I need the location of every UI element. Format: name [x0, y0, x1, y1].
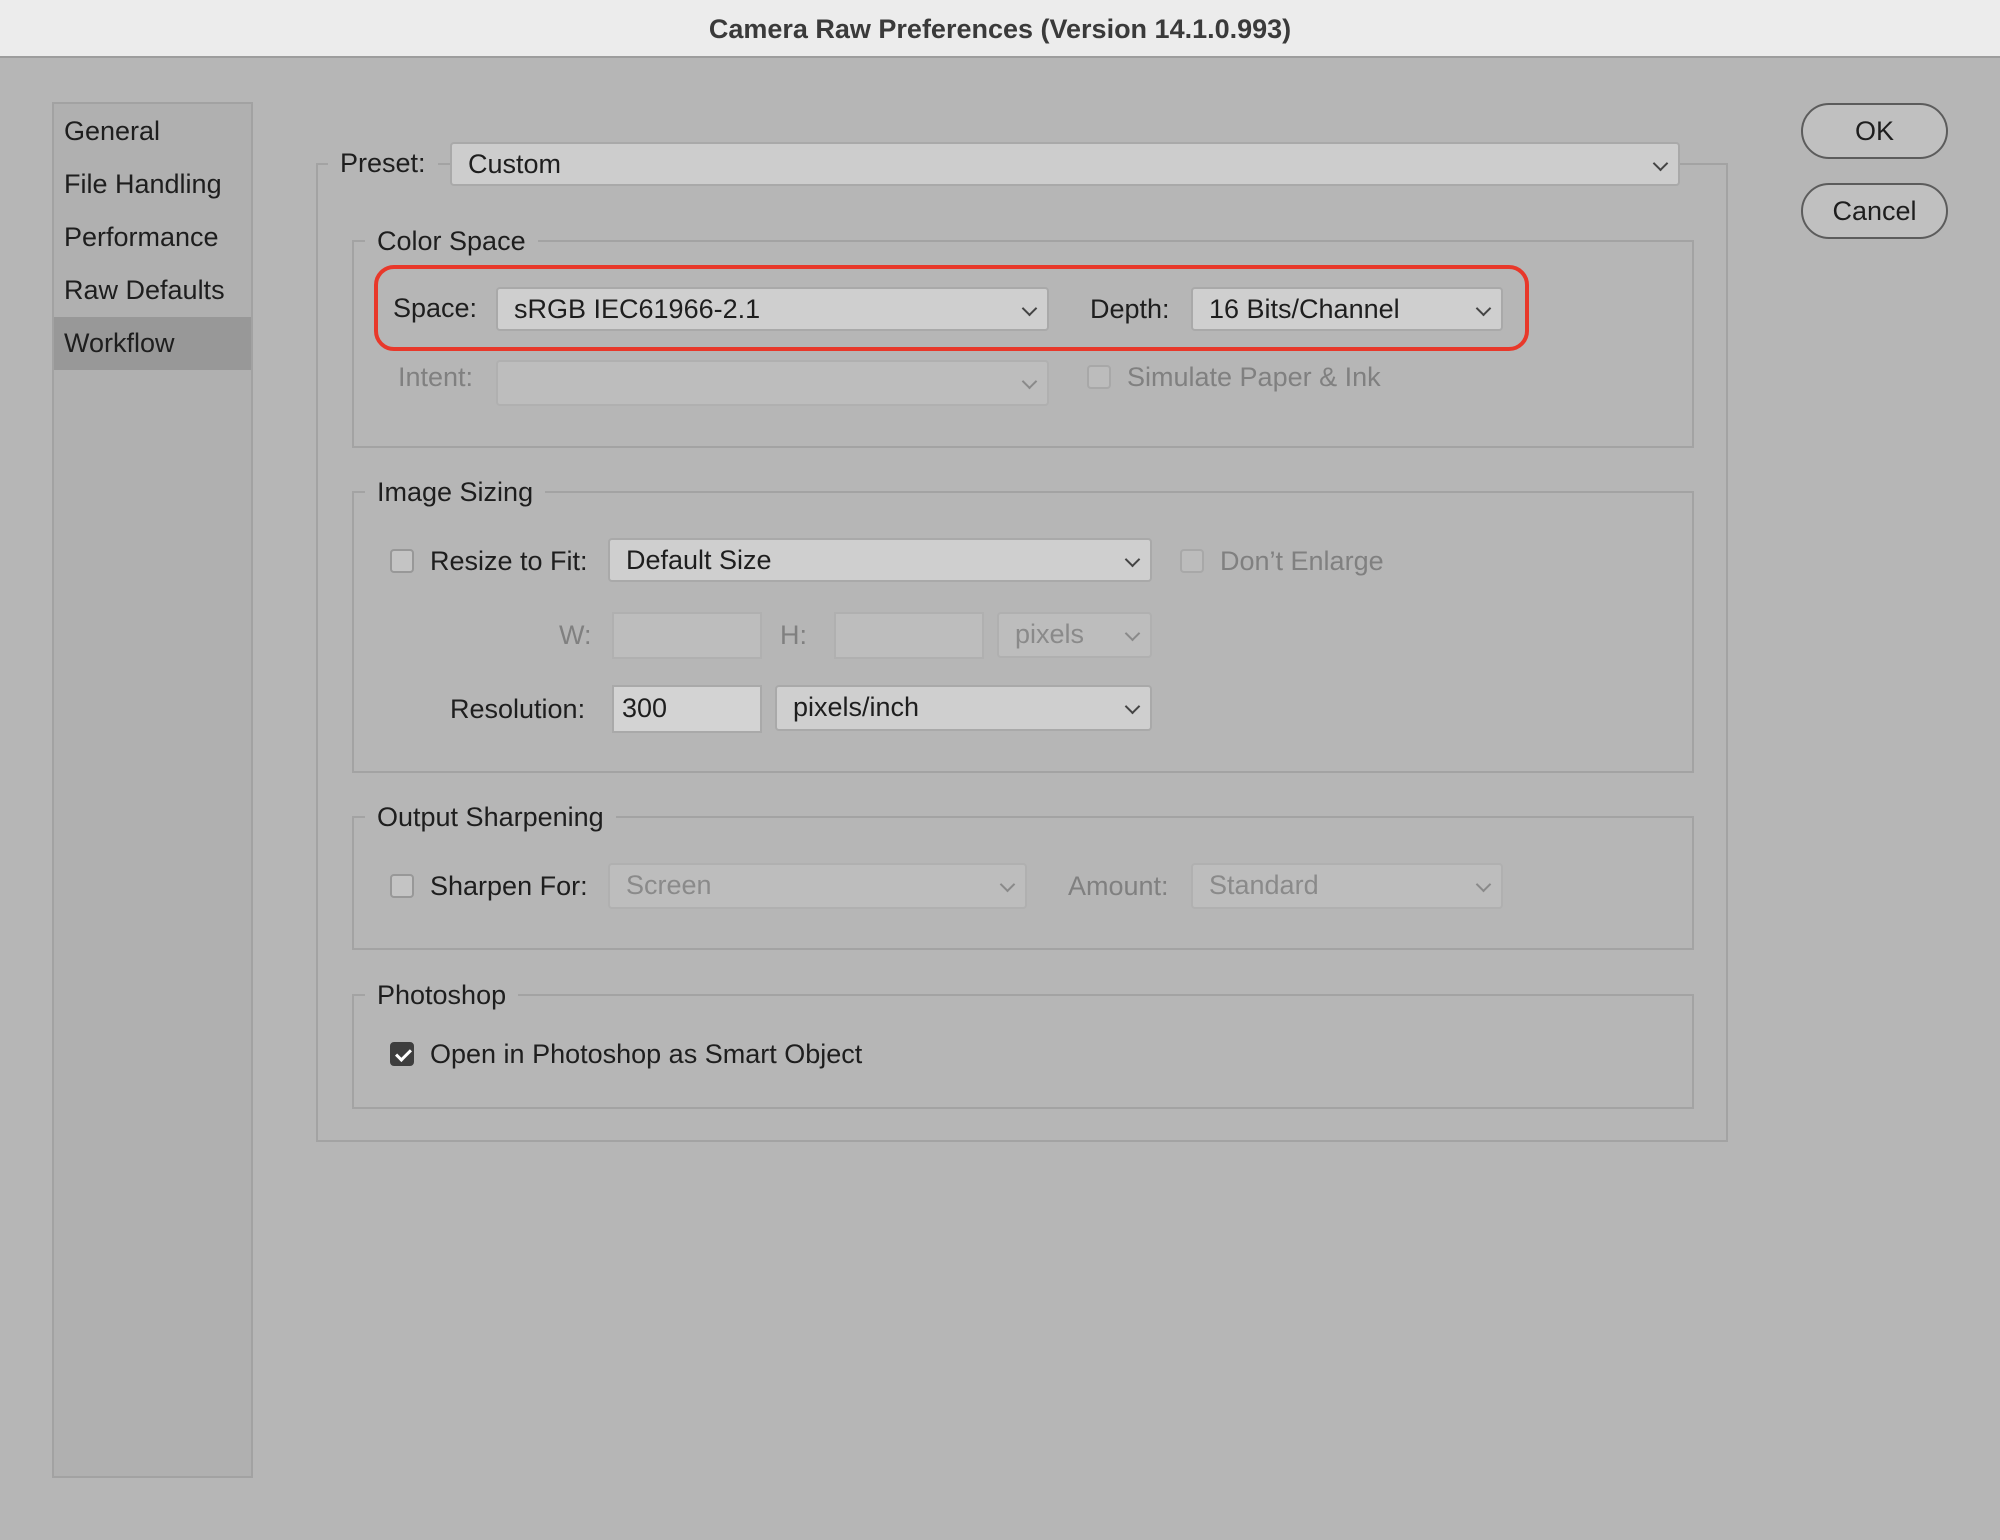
width-label: W:	[559, 620, 592, 650]
sharpen-for-select[interactable]: Screen	[608, 863, 1027, 909]
simulate-paper-checkbox[interactable]	[1087, 365, 1111, 389]
sidebar-item-workflow[interactable]: Workflow	[54, 317, 251, 370]
output-sharpening-title: Output Sharpening	[365, 800, 616, 834]
dont-enlarge-checkbox[interactable]	[1180, 549, 1204, 573]
resize-to-fit-value: Default Size	[626, 545, 772, 575]
resolution-input[interactable]: 300	[612, 685, 762, 733]
resize-to-fit-select[interactable]: Default Size	[608, 538, 1152, 582]
chevron-down-icon	[1021, 373, 1038, 390]
height-label: H:	[780, 620, 807, 650]
preset-select[interactable]: Custom	[450, 142, 1680, 186]
sharpen-for-value: Screen	[626, 870, 712, 900]
resolution-units-value: pixels/inch	[793, 692, 920, 722]
amount-select[interactable]: Standard	[1191, 863, 1503, 909]
sharpen-for-checkbox[interactable]	[390, 874, 414, 898]
preset-value: Custom	[468, 149, 562, 179]
chevron-down-icon	[1475, 876, 1492, 893]
intent-select[interactable]	[496, 360, 1049, 406]
ok-button[interactable]: OK	[1801, 103, 1948, 159]
dont-enlarge-label: Don’t Enlarge	[1220, 546, 1384, 576]
resize-to-fit-label: Resize to Fit:	[430, 546, 588, 576]
sharpen-for-label: Sharpen For:	[430, 871, 588, 901]
sidebar-item-performance[interactable]: Performance	[54, 211, 251, 264]
image-sizing-title: Image Sizing	[365, 475, 546, 509]
amount-label: Amount:	[1068, 871, 1169, 901]
color-space-title: Color Space	[365, 224, 538, 258]
cancel-button[interactable]: Cancel	[1801, 183, 1948, 239]
width-input[interactable]	[612, 612, 762, 659]
sidebar-item-file-handling[interactable]: File Handling	[54, 158, 251, 211]
resize-to-fit-checkbox[interactable]	[390, 549, 414, 573]
sidebar: General File Handling Performance Raw De…	[52, 102, 253, 1478]
chevron-down-icon	[999, 876, 1016, 893]
highlight-annotation	[374, 265, 1529, 351]
smart-object-checkbox[interactable]	[390, 1042, 414, 1066]
resolution-units-select[interactable]: pixels/inch	[775, 685, 1152, 731]
intent-label: Intent:	[398, 362, 474, 392]
amount-value: Standard	[1209, 870, 1319, 900]
sidebar-item-general[interactable]: General	[54, 105, 251, 158]
chevron-down-icon	[1124, 625, 1141, 642]
sidebar-item-raw-defaults[interactable]: Raw Defaults	[54, 264, 251, 317]
chevron-down-icon	[1124, 698, 1141, 715]
photoshop-title: Photoshop	[365, 978, 519, 1012]
window-title: Camera Raw Preferences (Version 14.1.0.9…	[0, 0, 2000, 58]
smart-object-label: Open in Photoshop as Smart Object	[430, 1039, 863, 1069]
size-units-value: pixels	[1015, 619, 1085, 649]
resolution-label: Resolution:	[450, 694, 586, 724]
chevron-down-icon	[1124, 551, 1141, 568]
simulate-paper-label: Simulate Paper & Ink	[1127, 362, 1381, 392]
size-units-select[interactable]: pixels	[997, 612, 1152, 658]
preset-label: Preset:	[328, 146, 438, 180]
height-input[interactable]	[834, 612, 984, 659]
chevron-down-icon	[1652, 155, 1669, 172]
